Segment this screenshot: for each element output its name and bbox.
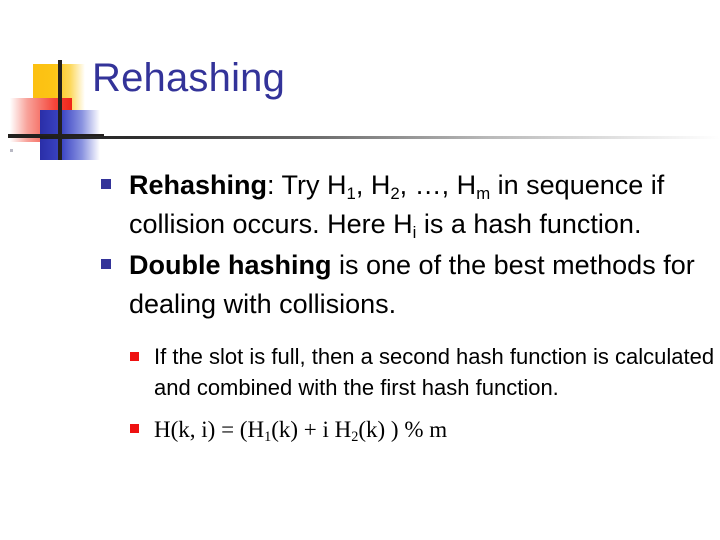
slide-title: Rehashing [92,56,286,100]
subscript-m: m [476,183,491,203]
sub-bullet-marker-square [130,424,139,433]
bullet-item: Double hashing is one of the best method… [98,246,720,324]
sub-bullet-item: If the slot is full, then a second hash … [124,341,720,403]
formula-subscript-2: 2 [351,428,359,445]
subscript-i: i [412,222,417,242]
formula-segment: (k) + i H [271,417,352,442]
sub-bullet-item-formula: H(k, i) = (H1(k) + i H2(k) ) % m [124,414,720,445]
bullet-text-segment: is a hash function. [416,209,642,239]
logo-speck [10,149,13,152]
bullet-marker-square [101,179,111,189]
bullet-lead-text: Rehashing [129,170,268,200]
logo-vertical-line [58,60,62,160]
formula-segment: (k) ) % m [358,417,448,442]
logo-yellow-square [33,64,85,110]
formula-segment: H(k, i) = (H [154,417,265,442]
sub-bullet-text: If the slot is full, then a second hash … [154,344,715,400]
subscript-2: 2 [390,183,400,203]
bullet-lead-text: Double hashing [129,250,332,280]
bullet-marker-square [101,259,111,269]
sub-bullet-marker-square [130,352,139,361]
bullet-item: Rehashing: Try H1, H2, …, Hm in sequence… [98,166,720,244]
sub-bullet-list: If the slot is full, then a second hash … [98,341,720,445]
subscript-1: 1 [346,183,356,203]
formula-subscript-1: 1 [264,428,272,445]
bullet-text-segment: , …, H [399,170,477,200]
bullet-text-segment: : Try H [267,170,347,200]
slide-body: Rehashing: Try H1, H2, …, Hm in sequence… [98,166,720,456]
title-divider-rule [40,136,720,139]
bullet-text-segment: , H [355,170,391,200]
logo-blue-square [40,110,100,160]
